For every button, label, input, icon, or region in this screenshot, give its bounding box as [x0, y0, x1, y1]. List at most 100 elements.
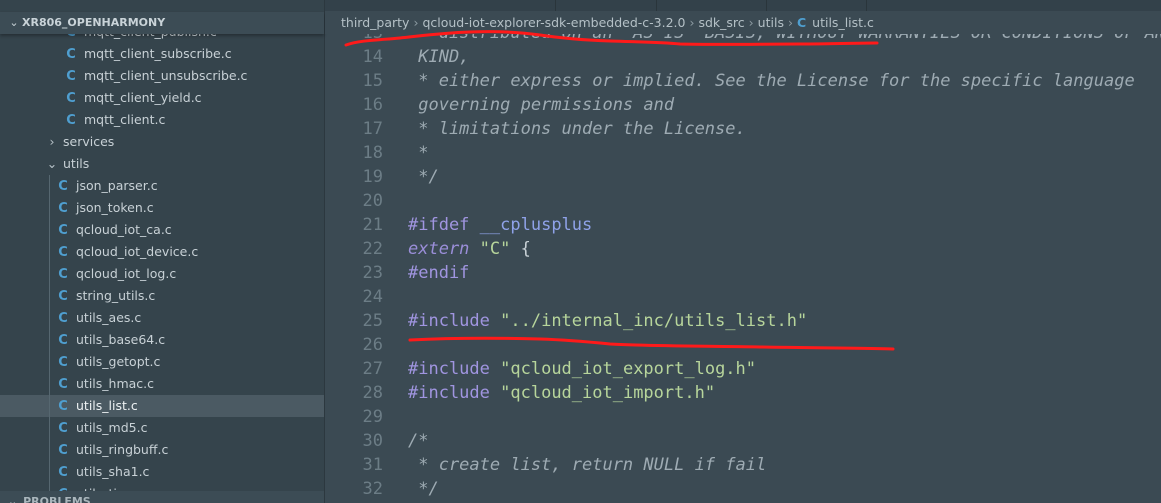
code-line: 25 #include "../internal_inc/utils_list.h… [325, 309, 1161, 333]
file-tree-item-label: utils_ringbuff.c [76, 442, 169, 457]
line-number: 13 [325, 34, 383, 45]
code-text: * create list, return NULL if fail [408, 453, 766, 477]
c-file-icon: C [58, 333, 68, 348]
code-text: #endif [408, 261, 469, 285]
file-tree-item-label: mqtt_client.c [84, 112, 166, 127]
folder-tree-item[interactable]: ⌄ utils [0, 153, 324, 175]
tab-divider [656, 0, 657, 11]
code-token: */ [408, 167, 439, 187]
problems-title: PROBLEMS [23, 495, 91, 503]
code-text: governing permissions and [408, 93, 674, 117]
tab-divider [766, 0, 767, 11]
line-number: 29 [362, 407, 383, 427]
code-line: 24 [325, 285, 1161, 309]
code-token: "C" [479, 239, 511, 259]
code-text: */ [408, 165, 439, 189]
code-text: * either express or implied. See the Lic… [408, 69, 1135, 93]
c-file-icon: C [58, 201, 68, 216]
breadcrumb-file[interactable]: utils_list.c [812, 15, 874, 30]
file-tree-item-label: qcloud_iot_device.c [76, 244, 199, 259]
c-file-icon: C [55, 484, 71, 491]
file-tree-item[interactable]: Cmqtt_client_unsubscribe.c [0, 65, 324, 87]
code-editor[interactable]: 13 * distributed on an "AS IS" BASIS, WI… [325, 34, 1161, 503]
code-text: * distributed on an "AS IS" BASIS, WITHO… [408, 34, 1161, 45]
code-line: 26 [325, 333, 1161, 357]
file-tree-item-label: utils_getopt.c [76, 354, 161, 369]
folder-tree-item[interactable]: › services [0, 131, 324, 153]
line-number: 20 [362, 191, 383, 211]
file-tree-item-label: utils_list.c [76, 398, 138, 413]
c-file-icon: C [58, 179, 68, 194]
c-file-icon: C [66, 47, 76, 62]
code-token: #ifdef [408, 215, 470, 235]
code-token: __cplusplus [479, 215, 593, 235]
line-number: 15 [362, 71, 383, 91]
code-line: 21 #ifdef __cplusplus [325, 213, 1161, 237]
code-token: #include [408, 383, 490, 403]
code-token: KIND, [408, 47, 470, 67]
code-line: 32 */ [325, 477, 1161, 501]
c-file-icon: C [58, 289, 68, 304]
file-tree-item-label: services [63, 134, 115, 149]
code-line: 28 #include "qcloud_iot_import.h" [325, 381, 1161, 405]
code-line: 20 [325, 189, 1161, 213]
file-tree-item-label: utils_sha1.c [76, 464, 150, 479]
code-text: * [408, 141, 428, 165]
file-tree-item-label: qcloud_iot_ca.c [76, 222, 172, 237]
c-file-icon: C [58, 355, 68, 370]
code-text: * limitations under the License. [408, 117, 746, 141]
c-file-icon: C [58, 443, 68, 458]
file-tree-item-label: mqtt_client_yield.c [84, 90, 202, 105]
line-number: 18 [362, 143, 383, 163]
code-token: #include [408, 311, 490, 331]
code-token: * distributed on an "AS IS" BASIS, WITHO… [408, 34, 1161, 43]
line-number: 25 [362, 311, 383, 331]
c-file-icon: C [58, 267, 68, 282]
code-text: #include "qcloud_iot_import.h" [408, 381, 715, 405]
file-tree-item[interactable]: Cmqtt_client_yield.c [0, 87, 324, 109]
breadcrumb-segment[interactable]: qcloud-iot-explorer-sdk-embedded-c-3.2.0 [422, 15, 685, 30]
file-tree-item-label: mqtt_client_unsubscribe.c [84, 68, 248, 83]
code-line: 31 * create list, return NULL if fail [325, 453, 1161, 477]
code-token: */ [408, 479, 439, 499]
c-file-icon: C [58, 311, 68, 326]
code-line: 13 * distributed on an "AS IS" BASIS, WI… [325, 34, 1161, 45]
breadcrumb-segment[interactable]: third_party [341, 15, 409, 30]
code-token: extern [408, 239, 470, 259]
code-token: #include [408, 359, 490, 379]
breadcrumb-segment[interactable]: utils [758, 15, 784, 30]
c-file-icon: C [58, 421, 68, 436]
code-line: 23 #endif [325, 261, 1161, 285]
code-token: governing permissions and [408, 95, 675, 115]
code-token: "qcloud_iot_export_log.h" [500, 359, 757, 379]
code-text: #include "qcloud_iot_export_log.h" [408, 357, 756, 381]
file-tree-item-label: qcloud_iot_log.c [76, 266, 177, 281]
file-tree-item[interactable]: Cmqtt_client_subscribe.c [0, 43, 324, 65]
code-line: 18 * [325, 141, 1161, 165]
file-tree-item-label: utils_base64.c [76, 332, 166, 347]
explorer-section-header[interactable]: ⌄ XR806_OPENHARMONY [0, 12, 324, 34]
code-line: 30 /* [325, 429, 1161, 453]
c-file-icon: C [58, 223, 68, 238]
breadcrumb-segment[interactable]: sdk_src [698, 15, 744, 30]
c-file-icon: C [58, 245, 68, 260]
c-file-icon: C [66, 113, 76, 128]
line-number: 24 [362, 287, 383, 307]
breadcrumb: third_party › qcloud-iot-explorer-sdk-embe… [325, 12, 1161, 34]
code-token: * either express or implied. See the Lic… [408, 71, 1135, 91]
line-number: 22 [362, 239, 383, 259]
chevron-right-icon: › [413, 15, 419, 30]
chevron-right-icon: › [49, 134, 55, 149]
code-token: "qcloud_iot_import.h" [500, 383, 716, 403]
code-token: * [408, 143, 429, 163]
workspace-title: XR806_OPENHARMONY [22, 16, 166, 29]
chevron-right-icon: › [748, 15, 754, 30]
code-token: * limitations under the License. [408, 119, 746, 139]
problems-panel-header[interactable]: ⌄ PROBLEMS [0, 491, 324, 503]
line-number: 17 [362, 119, 383, 139]
file-tree-item[interactable]: Cmqtt_client.c [0, 109, 324, 131]
line-number: 27 [362, 359, 383, 379]
c-file-icon: C [58, 465, 68, 480]
file-tree-item-label: utils_md5.c [76, 420, 148, 435]
